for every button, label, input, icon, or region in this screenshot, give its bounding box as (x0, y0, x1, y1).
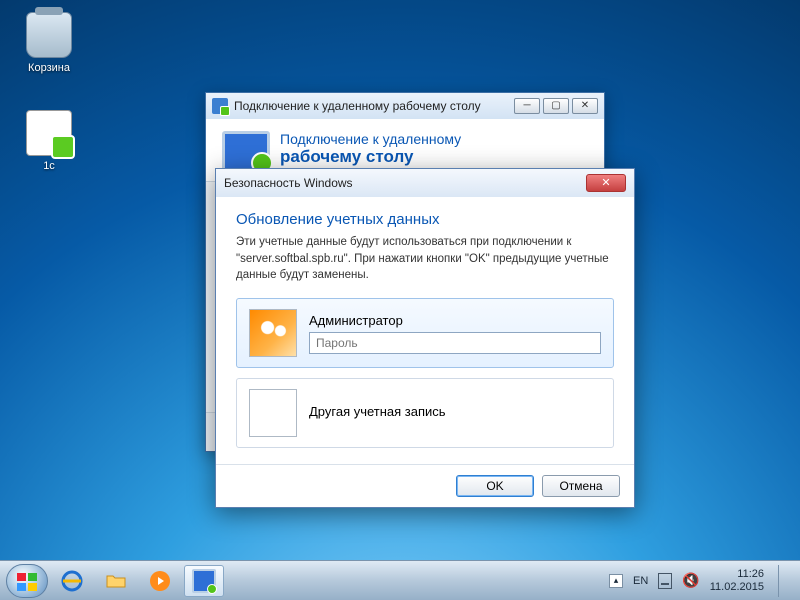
security-footer: OK Отмена (216, 464, 634, 507)
security-description: Эти учетные данные будут использоваться … (236, 234, 614, 284)
desktop-icon-label: 1c (14, 160, 84, 172)
system-tray: ▴ EN 🔇 11:26 11.02.2015 (609, 565, 794, 597)
recycle-bin-icon (26, 12, 72, 58)
clock-date: 11.02.2015 (710, 581, 764, 594)
close-button[interactable]: ✕ (572, 98, 598, 114)
language-indicator[interactable]: EN (633, 575, 648, 587)
desktop-icon-label: Корзина (14, 62, 84, 74)
taskbar-rdp-running[interactable] (184, 565, 224, 597)
account-name: Другая учетная запись (309, 404, 601, 419)
security-heading: Обновление учетных данных (236, 211, 614, 228)
volume-icon[interactable]: 🔇 (682, 572, 699, 589)
security-title-text: Безопасность Windows (224, 176, 353, 190)
cancel-button[interactable]: Отмена (542, 475, 620, 497)
taskbar-media-player[interactable] (140, 565, 180, 597)
folder-icon (104, 569, 128, 593)
tray-overflow-button[interactable]: ▴ (609, 574, 623, 588)
rdp-title-text: Подключение к удаленному рабочему столу (234, 99, 481, 113)
account-option-administrator[interactable]: Администратор (236, 298, 614, 368)
security-dialog: Безопасность Windows ✕ Обновление учетны… (215, 168, 635, 508)
rdp-app-icon (212, 98, 228, 114)
rdp-titlebar[interactable]: Подключение к удаленному рабочему столу … (206, 93, 604, 119)
avatar-blank-icon (249, 389, 297, 437)
clock-time: 11:26 (710, 568, 764, 581)
avatar-icon (249, 309, 297, 357)
maximize-button[interactable]: ▢ (543, 98, 569, 114)
action-center-icon[interactable] (658, 573, 672, 589)
media-player-icon (148, 569, 172, 593)
desktop-icon-onec[interactable]: 1c (14, 110, 84, 172)
rdp-taskbar-icon (192, 569, 216, 593)
security-titlebar[interactable]: Безопасность Windows ✕ (216, 169, 634, 197)
desktop-icon-recycle-bin[interactable]: Корзина (14, 12, 84, 74)
taskbar-explorer[interactable] (96, 565, 136, 597)
start-button[interactable] (6, 564, 48, 598)
onec-icon (26, 110, 72, 156)
rdp-header-line1: Подключение к удаленному (280, 131, 461, 147)
rdp-header-line2: рабочему столу (280, 147, 461, 167)
rdp-monitor-icon (222, 131, 270, 171)
ok-button[interactable]: OK (456, 475, 534, 497)
account-name: Администратор (309, 313, 601, 328)
close-icon[interactable]: ✕ (586, 174, 626, 192)
password-input[interactable] (309, 332, 601, 354)
clock[interactable]: 11:26 11.02.2015 (710, 568, 764, 593)
account-option-other[interactable]: Другая учетная запись (236, 378, 614, 448)
taskbar-ie[interactable] (52, 565, 92, 597)
ie-icon (60, 569, 84, 593)
show-desktop-button[interactable] (778, 565, 788, 597)
taskbar: ▴ EN 🔇 11:26 11.02.2015 (0, 560, 800, 600)
minimize-button[interactable]: ─ (514, 98, 540, 114)
